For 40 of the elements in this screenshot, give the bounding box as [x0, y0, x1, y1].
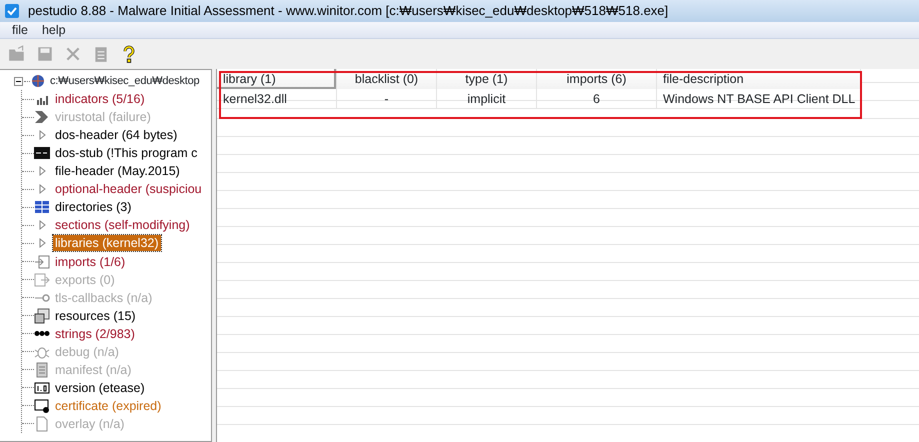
chevron-icon [34, 109, 50, 126]
window-title: pestudio 8.88 - Malware Initial Assessment - www.winitor.com [c:₩users₩kisec_edu₩desktop₩518₩518.exe] [28, 2, 668, 20]
column-header[interactable]: imports (6) [537, 69, 657, 89]
tree-item[interactable]: strings (2/983) [53, 326, 137, 342]
scroll-icon [34, 362, 50, 378]
tree-item[interactable]: indicators (5/16) [53, 91, 147, 108]
tree-item[interactable]: optional-header (suspiciou [53, 181, 204, 198]
table-cell: 6 [537, 89, 657, 109]
version-icon [34, 380, 50, 396]
menu-item[interactable]: help [42, 22, 66, 38]
dots-icon [34, 331, 50, 336]
column-header[interactable]: type (1) [437, 69, 537, 89]
import-icon [34, 254, 50, 270]
column-header[interactable]: file-description [657, 69, 861, 89]
page-icon [34, 416, 50, 432]
tree-item[interactable]: dos-stub (!This program c [53, 145, 200, 162]
table-icon [34, 199, 50, 216]
tree-item[interactable]: imports (1/6) [53, 254, 128, 270]
tree-item[interactable]: c:₩users₩kisec_edu₩desktop [49, 73, 200, 90]
tree-item[interactable]: resources (15) [53, 308, 138, 324]
export-icon [34, 272, 50, 288]
globe-icon [30, 73, 46, 90]
tree-item[interactable]: dos-header (64 bytes) [53, 127, 180, 144]
window-stack-icon [34, 308, 50, 324]
table-cell: Windows NT BASE API Client DLL [657, 89, 861, 109]
tree-item[interactable]: version (etease) [53, 380, 147, 396]
tree-item[interactable]: directories (3) [53, 199, 134, 216]
table-cell: implicit [437, 89, 537, 109]
table-cell: kernel32.dll [217, 89, 337, 109]
tree-item[interactable]: certificate (expired) [53, 398, 164, 414]
console-icon [34, 145, 50, 162]
menu-item[interactable]: file [12, 22, 28, 38]
collapse-toggle[interactable] [14, 76, 23, 86]
certificate-icon [34, 398, 50, 414]
tree-item[interactable]: libraries (kernel32) [53, 235, 161, 252]
tree-item[interactable]: file-header (May.2015) [53, 163, 182, 180]
table-cell: - [337, 89, 437, 109]
tree-item[interactable]: sections (self-modifying) [53, 217, 192, 234]
column-header[interactable]: blacklist (0) [337, 69, 437, 89]
checkbox-icon [4, 3, 20, 19]
